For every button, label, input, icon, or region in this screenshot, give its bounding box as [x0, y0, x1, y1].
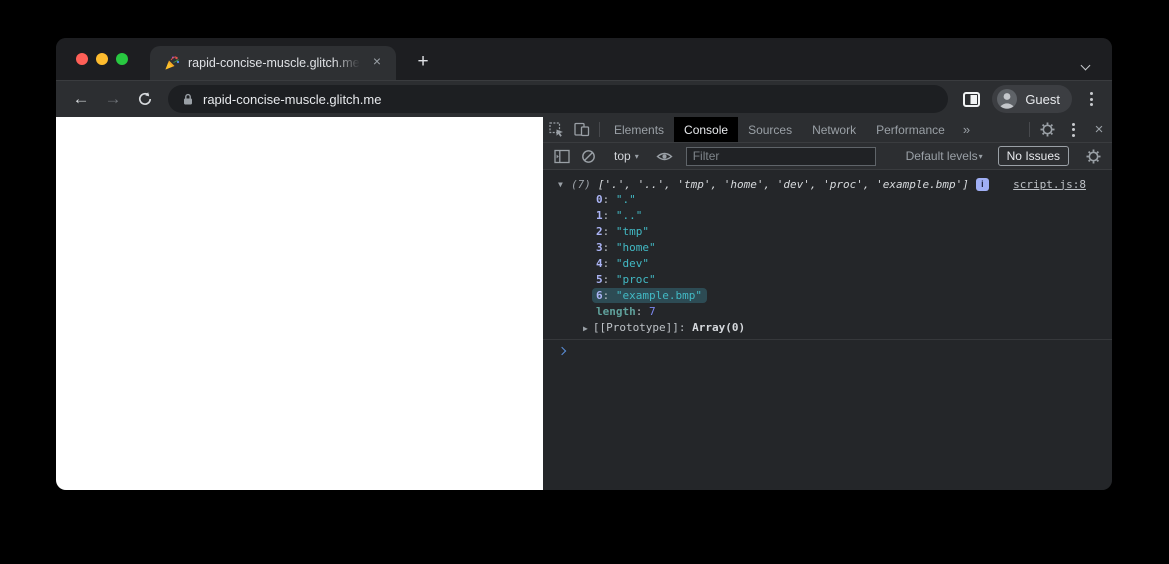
levels-label: Default levels	[905, 149, 978, 163]
devtools-menu-button[interactable]	[1060, 117, 1086, 142]
inspect-element-button[interactable]	[543, 117, 569, 142]
side-panel-button[interactable]	[958, 86, 984, 112]
window-content: Elements Console Sources Network Perform…	[56, 117, 1112, 490]
no-issues-button[interactable]: No Issues	[997, 146, 1069, 166]
expand-caret-icon[interactable]: ▶	[583, 324, 593, 333]
block-icon	[581, 149, 595, 163]
close-window-button[interactable]	[76, 53, 88, 65]
console-sidebar-button[interactable]	[549, 149, 575, 164]
console-prompt[interactable]	[543, 340, 1112, 362]
console-filter-input[interactable]	[685, 146, 876, 166]
tab-close-icon[interactable]: ×	[368, 54, 386, 72]
devtools-panel: Elements Console Sources Network Perform…	[543, 117, 1112, 490]
chevron-down-icon: ▾	[978, 152, 983, 161]
levels-dropdown[interactable]: Default levels ▾	[906, 149, 987, 163]
zoom-window-button[interactable]	[116, 53, 128, 65]
console-settings-button[interactable]	[1080, 149, 1106, 164]
tab-search-button[interactable]	[1080, 56, 1094, 71]
divider	[599, 122, 600, 137]
browser-tab[interactable]: rapid-concise-muscle.glitch.me ×	[150, 46, 396, 80]
console-message: ▼ (7) ['.', '..', 'tmp', 'home', 'dev', …	[543, 170, 1112, 340]
minimize-window-button[interactable]	[96, 53, 108, 65]
devtools-close-button[interactable]: ×	[1086, 117, 1112, 142]
tab-sources[interactable]: Sources	[738, 117, 802, 142]
back-button[interactable]: ←	[68, 86, 94, 112]
toolbar-right-icons: Guest	[958, 85, 1100, 113]
row-highlight: 6: "example.bmp"	[592, 288, 707, 303]
array-row-6-highlighted: 6: "example.bmp"	[543, 288, 1112, 304]
tab-network[interactable]: Network	[802, 117, 866, 142]
profile-button[interactable]: Guest	[992, 85, 1072, 113]
array-length-row: length: 7	[596, 305, 656, 318]
kebab-icon	[1089, 92, 1093, 95]
lock-icon	[184, 93, 192, 104]
tab-title-wrap: rapid-concise-muscle.glitch.me	[188, 54, 360, 72]
devtools-settings-button[interactable]	[1034, 117, 1060, 142]
traffic-lights	[76, 53, 128, 65]
prototype-row[interactable]: ▶ [[Prototype]]: Array(0)	[543, 320, 1112, 336]
array-row-4: 4: "dev"	[596, 257, 649, 270]
prompt-chevron-icon	[557, 346, 567, 356]
profile-label: Guest	[1025, 91, 1060, 107]
array-row-2: 2: "tmp"	[596, 225, 649, 238]
kebab-icon	[1064, 122, 1082, 137]
url-text: rapid-concise-muscle.glitch.me	[203, 91, 382, 107]
clear-console-button[interactable]	[575, 149, 601, 164]
browser-window: rapid-concise-muscle.glitch.me × + ← → r…	[56, 38, 1112, 490]
live-expression-button[interactable]	[652, 150, 678, 163]
browser-toolbar: ← → rapid-concise-muscle.glitch.me Guest	[56, 80, 1112, 117]
array-preview-line: ▼ (7) ['.', '..', 'tmp', 'home', 'dev', …	[543, 176, 1112, 192]
array-row-3: 3: "home"	[596, 241, 656, 254]
avatar	[997, 89, 1018, 109]
side-panel-icon	[962, 91, 980, 107]
tab-title-fade	[334, 54, 360, 72]
chevron-down-icon	[1080, 60, 1091, 71]
devtools-tabbar: Elements Console Sources Network Perform…	[543, 117, 1112, 143]
chevron-down-icon: ▾	[634, 152, 639, 161]
console-sidebar-icon	[554, 149, 570, 163]
tab-performance[interactable]: Performance	[866, 117, 955, 142]
context-selector[interactable]: top	[614, 149, 631, 163]
device-toolbar-icon	[574, 122, 590, 137]
browser-menu-button[interactable]	[1082, 92, 1100, 106]
forward-button[interactable]: →	[100, 86, 126, 112]
gear-icon	[1040, 122, 1054, 137]
array-row-5: 5: "proc"	[596, 273, 656, 286]
array-row-1: 1: ".."	[596, 209, 643, 222]
party-popper-icon	[165, 56, 180, 70]
info-icon[interactable]: i	[975, 177, 989, 191]
collapse-caret-icon[interactable]: ▼	[558, 180, 571, 189]
gear-icon	[1086, 149, 1100, 163]
tab-strip: rapid-concise-muscle.glitch.me × +	[56, 38, 1112, 80]
reload-button[interactable]	[132, 86, 158, 112]
console-output: ▼ (7) ['.', '..', 'tmp', 'home', 'dev', …	[543, 170, 1112, 490]
tab-console[interactable]: Console	[674, 117, 739, 142]
more-tabs-button[interactable]: »	[955, 117, 979, 142]
tab-elements[interactable]: Elements	[604, 117, 674, 142]
console-toolbar: top ▾ Default levels ▾ No Issues	[543, 143, 1112, 170]
new-tab-button[interactable]: +	[410, 49, 436, 75]
array-row-0: 0: "."	[596, 193, 636, 206]
devtools-tabbar-right: ×	[1025, 117, 1112, 142]
page-content	[56, 117, 543, 490]
array-preview: ['.', '..', 'tmp', 'home', 'dev', 'proc'…	[597, 177, 969, 191]
inspect-cursor-icon	[548, 122, 563, 137]
url-bar[interactable]: rapid-concise-muscle.glitch.me	[168, 85, 949, 113]
divider	[1029, 122, 1030, 137]
reload-icon	[139, 92, 152, 105]
source-link[interactable]: script.js:8	[1013, 178, 1086, 191]
eye-icon	[656, 152, 673, 160]
device-toolbar-button[interactable]	[569, 117, 595, 142]
array-count: (7)	[571, 177, 591, 191]
